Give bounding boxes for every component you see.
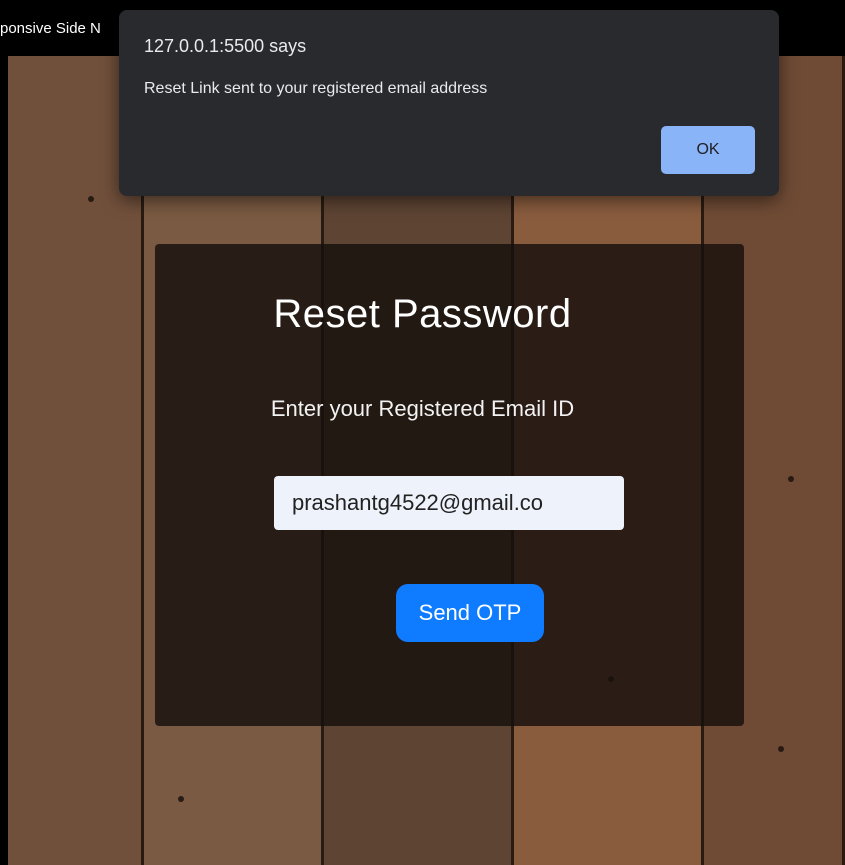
alert-origin: 127.0.0.1:5500 says	[144, 36, 307, 56]
send-otp-button[interactable]: Send OTP	[396, 584, 544, 642]
wood-knot	[788, 476, 794, 482]
wood-knot	[88, 196, 94, 202]
email-input[interactable]	[274, 476, 624, 530]
browser-tab-title[interactable]: ponsive Side N	[0, 20, 118, 37]
wood-knot	[778, 746, 784, 752]
alert-ok-button[interactable]: OK	[661, 126, 755, 174]
email-prompt-label: Enter your Registered Email ID	[270, 396, 575, 421]
wood-knot	[178, 796, 184, 802]
alert-dialog: 127.0.0.1:5500 says Reset Link sent to y…	[119, 10, 779, 196]
alert-message: Reset Link sent to your registered email…	[144, 80, 488, 97]
page-title: Reset Password	[273, 292, 572, 336]
